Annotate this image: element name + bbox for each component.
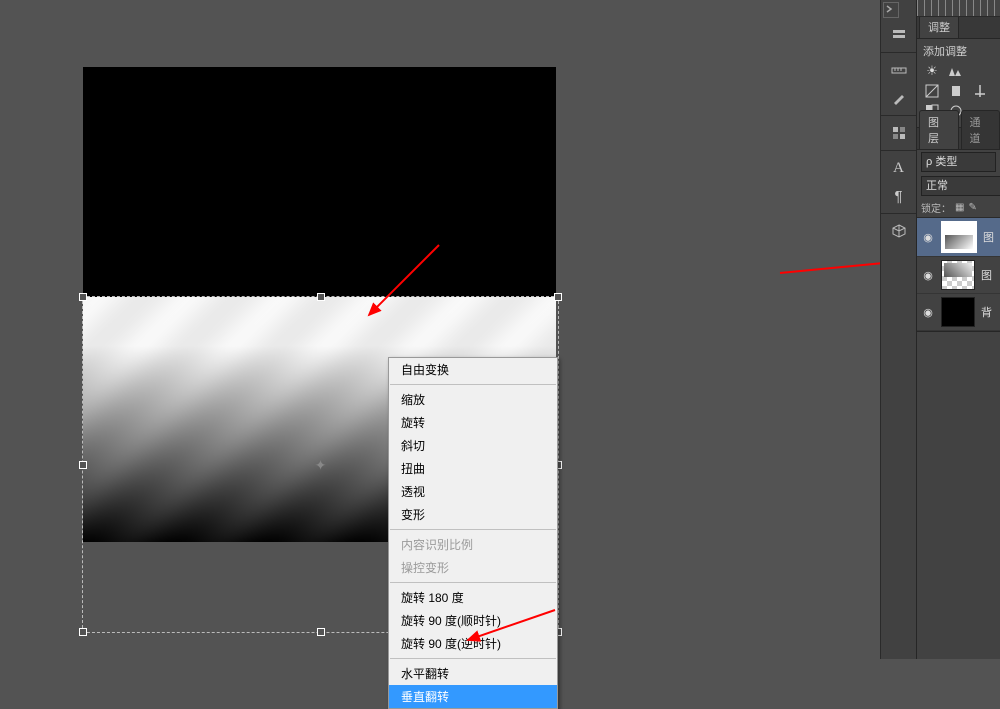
menu-flip-vertical[interactable]: 垂直翻转 (389, 685, 557, 708)
transform-handle-top-right[interactable] (554, 293, 562, 301)
menu-perspective[interactable]: 透视 (389, 480, 557, 503)
paragraph-panel-icon[interactable]: ¶ (883, 183, 914, 209)
blend-mode-select[interactable]: 正常 (921, 176, 1000, 196)
layer-row-2[interactable]: ◉ 图 (917, 257, 1000, 294)
menu-scale[interactable]: 缩放 (389, 388, 557, 411)
menu-rotate-90-ccw[interactable]: 旋转 90 度(逆时针) (389, 632, 557, 655)
brightness-contrast-icon[interactable]: ☀ (923, 63, 941, 79)
layer-row-background[interactable]: ◉ 背 (917, 294, 1000, 331)
brush-preset-icon[interactable] (883, 85, 914, 111)
channels-tab[interactable]: 通道 (961, 110, 1000, 149)
transform-handle-top-middle[interactable] (317, 293, 325, 301)
add-adjustment-label: 添加调整 (923, 43, 994, 59)
transform-handle-top-left[interactable] (79, 293, 87, 301)
menu-free-transform[interactable]: 自由变换 (389, 358, 557, 381)
levels-icon[interactable] (947, 63, 965, 79)
menu-rotate-180[interactable]: 旋转 180 度 (389, 586, 557, 609)
lock-brush-icon[interactable]: ✎ (968, 202, 976, 213)
layer-name[interactable]: 图 (981, 267, 992, 283)
transform-context-menu: 自由变换 缩放 旋转 斜切 扭曲 透视 变形 内容识别比例 操控变形 旋转 18… (388, 357, 558, 709)
menu-rotate-90-cw[interactable]: 旋转 90 度(顺时针) (389, 609, 557, 632)
lock-label: 锁定： (921, 200, 951, 215)
character-panel-icon[interactable]: A (883, 155, 914, 181)
rail-expand-button[interactable] (883, 2, 899, 18)
collapsed-panel-rail: A ¶ (880, 0, 917, 659)
three-d-panel-icon[interactable] (883, 218, 914, 244)
ruler (917, 0, 1000, 17)
layer-row-1[interactable]: ◉ 图 (917, 218, 1000, 257)
hue-sat-icon[interactable] (947, 83, 965, 99)
transform-handle-middle-left[interactable] (79, 461, 87, 469)
menu-separator (390, 582, 556, 583)
layer-visibility-toggle[interactable]: ◉ (921, 306, 935, 319)
transform-handle-bottom-left[interactable] (79, 628, 87, 636)
adjustments-tab[interactable]: 调整 (919, 15, 959, 38)
layer-visibility-toggle[interactable]: ◉ (921, 269, 935, 282)
layer-name[interactable]: 图 (983, 229, 994, 245)
menu-content-aware-scale: 内容识别比例 (389, 533, 557, 556)
layer-lock-row: 锁定： ▦ ✎ (917, 198, 1000, 218)
history-icon[interactable] (883, 22, 914, 48)
layer-visibility-toggle[interactable]: ◉ (921, 231, 935, 244)
layer-thumbnail[interactable] (941, 297, 975, 327)
transform-center-icon[interactable]: ✦ (315, 459, 327, 471)
menu-distort[interactable]: 扭曲 (389, 457, 557, 480)
lock-pixels-icon[interactable]: ▦ (955, 202, 964, 213)
exposure-icon[interactable] (923, 83, 941, 99)
layers-tab[interactable]: 图层 (919, 110, 959, 149)
color-balance-icon[interactable] (971, 83, 989, 99)
menu-separator (390, 384, 556, 385)
workspace: ✦ 自由变换 缩放 旋转 斜切 扭曲 透视 变形 内容识别比例 操控变形 旋转 … (0, 0, 882, 659)
menu-warp[interactable]: 变形 (389, 503, 557, 526)
menu-puppet-warp: 操控变形 (389, 556, 557, 579)
menu-rotate[interactable]: 旋转 (389, 411, 557, 434)
swatch-icon[interactable] (883, 120, 914, 146)
menu-separator (390, 529, 556, 530)
transform-handle-bottom-middle[interactable] (317, 628, 325, 636)
menu-flip-horizontal[interactable]: 水平翻转 (389, 662, 557, 685)
layer-thumbnail[interactable] (941, 221, 977, 253)
layer-name[interactable]: 背 (981, 304, 992, 320)
layers-panel: 图层 通道 ρ 类型 正常 锁定： ▦ ✎ ◉ 图 ◉ 图 (917, 128, 1000, 332)
right-panels-stack: 调整 添加调整 ☀ 图层 通道 ρ 类型 (916, 0, 1000, 659)
ruler-tool-icon[interactable] (883, 57, 914, 83)
layer-filter-type-select[interactable]: ρ 类型 (921, 152, 996, 172)
layer-thumbnail[interactable] (941, 260, 975, 290)
menu-skew[interactable]: 斜切 (389, 434, 557, 457)
